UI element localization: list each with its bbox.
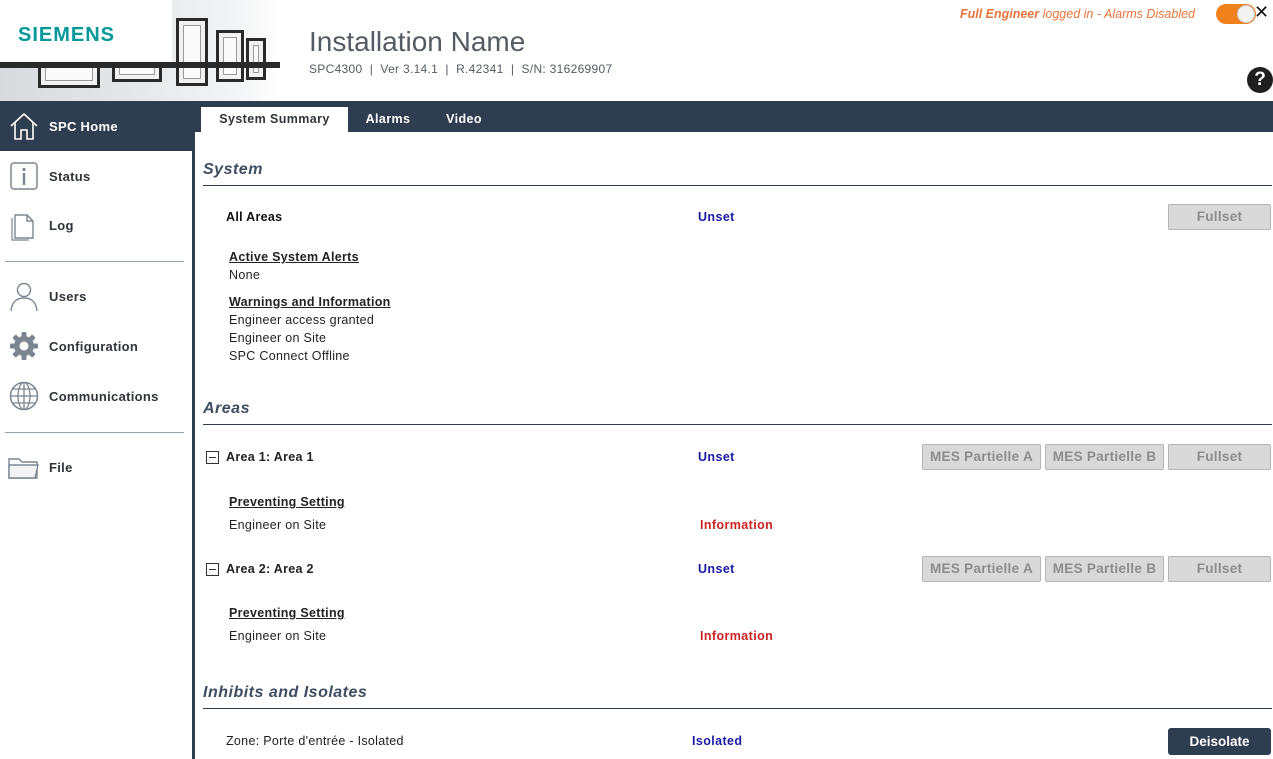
collapse-minus-icon[interactable] (206, 451, 219, 464)
app-header: SIEMENS Installation Name SPC4300 | Ver … (0, 0, 1273, 101)
area-1-partial-b-button[interactable]: MES Partielle B (1045, 444, 1164, 470)
help-icon[interactable]: ? (1247, 67, 1273, 93)
sidebar-item-file[interactable]: File (0, 442, 192, 492)
section-title-inhibits: Inhibits and Isolates (203, 684, 1272, 709)
gear-icon (6, 329, 42, 363)
tab-video[interactable]: Video (435, 107, 493, 132)
sidebar-item-label: SPC Home (49, 118, 118, 134)
area-2-preventing-heading: Preventing Setting (229, 606, 345, 620)
siemens-logo: SIEMENS (18, 24, 116, 46)
area-2-name: Area 2: Area 2 (226, 562, 314, 576)
all-areas-status: Unset (698, 210, 735, 224)
sidebar-item-label: Status (49, 168, 91, 184)
sidebar-item-label: Communications (49, 388, 159, 404)
sidebar-item-communications[interactable]: Communications (0, 371, 192, 421)
deisolate-button[interactable]: Deisolate (1168, 728, 1271, 755)
section-title-areas: Areas (203, 400, 1272, 425)
area-2-reason-status: Information (700, 629, 774, 643)
globe-icon (6, 379, 42, 413)
sidebar-item-configuration[interactable]: Configuration (0, 321, 192, 371)
logo: SIEMENS (0, 0, 172, 62)
close-x-icon[interactable]: ✕ (1254, 2, 1269, 23)
sidebar-item-users[interactable]: Users (0, 271, 192, 321)
area-1-status: Unset (698, 450, 735, 464)
sidebar-item-label: Log (49, 217, 74, 233)
area-1-preventing-heading: Preventing Setting (229, 495, 345, 509)
area-1-partial-a-button[interactable]: MES Partielle A (922, 444, 1041, 470)
sidebar-item-status[interactable]: Status (0, 151, 192, 201)
active-alerts-value: None (229, 268, 261, 282)
area-1-reason-status: Information (700, 518, 774, 532)
all-areas-fullset-button[interactable]: Fullset (1168, 204, 1271, 230)
area-2-reason: Engineer on Site (229, 629, 327, 643)
area-2-fullset-button[interactable]: Fullset (1168, 556, 1271, 582)
tab-system-summary[interactable]: System Summary (201, 107, 348, 132)
home-icon (6, 109, 42, 143)
sidebar-item-label: Configuration (49, 338, 139, 354)
all-areas-label: All Areas (226, 210, 282, 224)
area-1-name: Area 1: Area 1 (226, 450, 314, 464)
alarm-toggle[interactable] (1216, 4, 1256, 24)
warning-item: Engineer on Site (229, 331, 327, 345)
area-1-reason: Engineer on Site (229, 518, 327, 532)
tab-alarms[interactable]: Alarms (355, 107, 421, 132)
login-user: Full Engineer (959, 7, 1040, 21)
warning-item: SPC Connect Offline (229, 349, 350, 363)
warning-item: Engineer access granted (229, 313, 375, 327)
sidebar: SPC Home Status Log Users Configuration … (0, 101, 195, 759)
sidebar-divider (5, 261, 184, 262)
warnings-heading: Warnings and Information (229, 295, 391, 309)
tab-bar: System Summary Alarms Video (195, 101, 1273, 132)
zone-isolated-label: Zone: Porte d'entrée - Isolated (226, 734, 404, 748)
sidebar-divider (5, 432, 184, 433)
section-title-system: System (203, 161, 1272, 186)
sidebar-item-label: Users (49, 288, 87, 304)
area-2-status: Unset (698, 562, 735, 576)
all-areas-text: All Areas (226, 210, 283, 224)
folder-icon (6, 450, 42, 484)
collapse-minus-icon[interactable] (206, 563, 219, 576)
area-2-partial-a-button[interactable]: MES Partielle A (922, 556, 1041, 582)
sidebar-item-spc-home[interactable]: SPC Home (0, 101, 192, 151)
toggle-knob (1237, 5, 1255, 23)
user-icon (6, 279, 42, 313)
area-2-partial-b-button[interactable]: MES Partielle B (1045, 556, 1164, 582)
info-icon (6, 159, 42, 193)
sidebar-item-label: File (49, 459, 73, 475)
installation-details: SPC4300 | Ver 3.14.1 | R.42341 | S/N: 31… (309, 62, 613, 76)
area-1-fullset-button[interactable]: Fullset (1168, 444, 1271, 470)
document-icon (6, 208, 42, 242)
login-status-text: logged in - Alarms Disabled (1039, 7, 1195, 21)
sidebar-item-log[interactable]: Log (0, 200, 192, 250)
login-status: Full Engineer logged in - Alarms Disable… (960, 7, 1195, 21)
active-alerts-heading: Active System Alerts (229, 250, 359, 264)
installation-title: Installation Name (309, 26, 526, 57)
zone-status: Isolated (692, 734, 743, 748)
